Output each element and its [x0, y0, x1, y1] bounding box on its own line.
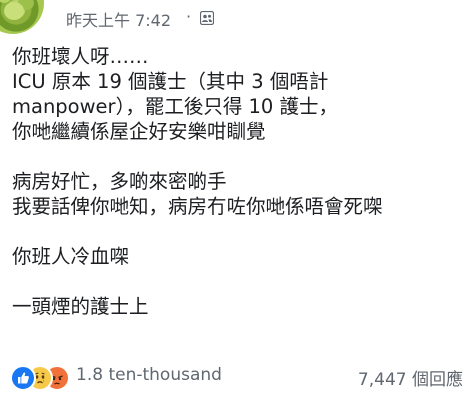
post-line: 我要話俾你哋知，病房冇咗你哋係唔會死㗎 — [12, 195, 383, 218]
post-content: 你班壞人呀…… ICU 原本 19 個護士（其中 3 個唔計 manpower）… — [12, 44, 467, 344]
post-footer: 1.8 ten-thousand 7,447 個回應 — [0, 358, 473, 394]
post-line: 你班人冷血㗎 — [12, 245, 130, 268]
separator-dot: · — [186, 7, 192, 26]
post-line: 你哋繼續係屋企好安樂咁瞓覺 — [12, 120, 266, 143]
avatar[interactable] — [0, 0, 44, 34]
post-paragraph: 病房好忙，多啲來密啲手 我要話俾你哋知，病房冇咗你哋係唔會死㗎 — [12, 169, 467, 219]
post-timestamp[interactable]: 昨天上午 7:42 — [66, 7, 171, 31]
reaction-count[interactable]: 1.8 ten-thousand — [76, 365, 222, 385]
comment-count[interactable]: 7,447 個回應 — [358, 365, 463, 390]
post-header: 昨天上午 7:42 · — [0, 0, 473, 36]
post-paragraph: 你班人冷血㗎 — [12, 244, 467, 269]
post-line: 你班壞人呀…… — [12, 45, 149, 68]
post-line: 一頭煙的護士上 — [12, 295, 149, 318]
post-line: ICU 原本 19 個護士（其中 3 個唔計 — [12, 70, 329, 93]
post-paragraph: 一頭煙的護士上 — [12, 294, 467, 319]
reactions-summary[interactable] — [10, 365, 72, 391]
post-line: manpower），罷工後只得 10 護士， — [12, 95, 339, 118]
like-icon — [10, 365, 36, 391]
post-paragraph: 你班壞人呀…… ICU 原本 19 個護士（其中 3 個唔計 manpower）… — [12, 44, 467, 144]
post-line: 病房好忙，多啲來密啲手 — [12, 170, 227, 193]
friends-icon[interactable] — [199, 10, 215, 26]
post: 昨天上午 7:42 · 你班壞人呀…… ICU 原本 19 個護士（其中 3 個… — [0, 0, 473, 408]
